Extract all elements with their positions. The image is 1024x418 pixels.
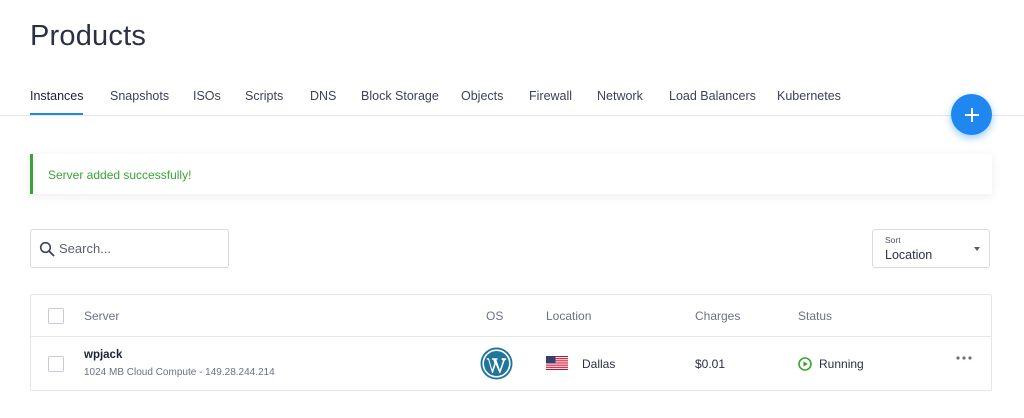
column-header-location[interactable]: Location: [546, 309, 591, 323]
product-tabs: Instances Snapshots ISOs Scripts DNS Blo…: [0, 80, 1024, 116]
alert-message: Server added successfully!: [48, 168, 192, 182]
sort-value: Location: [885, 248, 933, 262]
play-circle-icon: [798, 357, 812, 371]
table-row[interactable]: wpjack 1024 MB Cloud Compute - 149.28.24…: [31, 337, 991, 391]
location-name: Dallas: [582, 357, 616, 371]
wordpress-icon: [480, 347, 513, 380]
table-header: Server OS Location Charges Status: [31, 295, 991, 337]
plus-icon: [964, 107, 979, 122]
tab-block-storage[interactable]: Block Storage: [361, 89, 439, 103]
column-header-server[interactable]: Server: [84, 309, 119, 323]
tab-objects[interactable]: Objects: [461, 89, 503, 103]
column-header-status[interactable]: Status: [798, 309, 832, 323]
chevron-down-icon: [974, 247, 980, 251]
page-title: Products: [30, 20, 147, 52]
select-all-checkbox[interactable]: [48, 308, 64, 324]
tab-instances[interactable]: Instances: [30, 89, 84, 103]
search-icon: [39, 241, 55, 257]
tab-load-balancers[interactable]: Load Balancers: [669, 89, 756, 103]
sort-label: Sort: [885, 235, 901, 245]
tab-snapshots[interactable]: Snapshots: [110, 89, 169, 103]
row-checkbox[interactable]: [48, 356, 64, 372]
active-tab-indicator: [30, 113, 83, 115]
tab-scripts[interactable]: Scripts: [245, 89, 283, 103]
column-header-os[interactable]: OS: [486, 309, 503, 323]
column-header-charges[interactable]: Charges: [695, 309, 740, 323]
add-product-button[interactable]: [951, 94, 992, 135]
instances-table: Server OS Location Charges Status wpjack…: [30, 294, 992, 391]
tab-network[interactable]: Network: [597, 89, 643, 103]
more-options-icon[interactable]: [955, 353, 973, 363]
charges-value: $0.01: [695, 357, 726, 371]
search-box: [30, 229, 229, 268]
tab-dns[interactable]: DNS: [310, 89, 336, 103]
sort-select[interactable]: Sort Location: [872, 229, 990, 268]
search-input[interactable]: [59, 231, 225, 266]
tab-kubernetes[interactable]: Kubernetes: [777, 89, 841, 103]
tab-isos[interactable]: ISOs: [193, 89, 221, 103]
success-alert: Server added successfully!: [30, 154, 992, 194]
server-details: 1024 MB Cloud Compute - 149.28.244.214: [84, 367, 275, 378]
us-flag-icon: [546, 356, 568, 370]
status-text: Running: [819, 357, 864, 371]
tab-firewall[interactable]: Firewall: [529, 89, 572, 103]
server-name[interactable]: wpjack: [84, 349, 122, 361]
